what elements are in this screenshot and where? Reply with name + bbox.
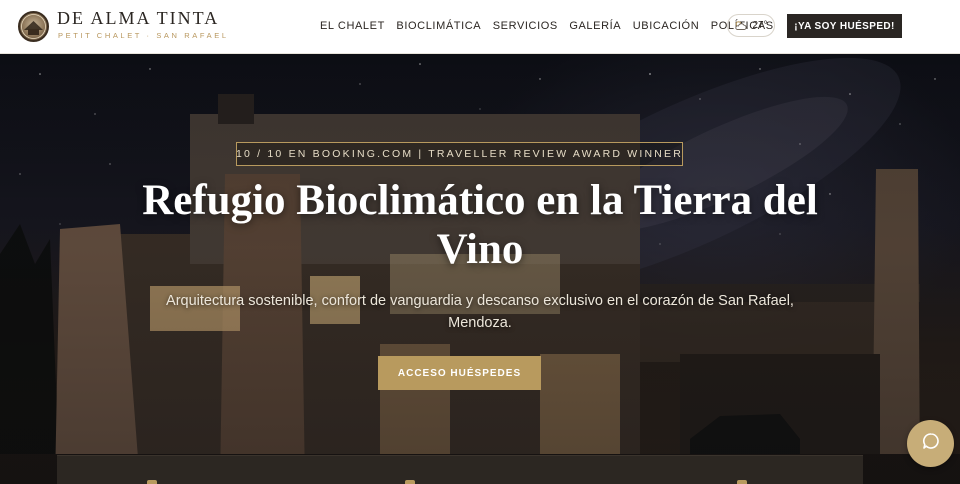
nav-item-galeria[interactable]: GALERÍA	[569, 20, 621, 32]
feature-icon	[147, 480, 157, 484]
feature-icon	[737, 480, 747, 484]
brand-name[interactable]: DE ALMA TINTA	[57, 8, 219, 29]
brand-subtitle: PETIT CHALET · SAN RAFAEL	[58, 31, 229, 40]
guest-login-button[interactable]: ¡YA SOY HUÉSPED!	[787, 14, 902, 38]
hero-subtitle: Arquitectura sostenible, confort de vang…	[166, 293, 794, 331]
hero-title: Refugio Bioclimático en la Tierra del Vi…	[142, 177, 818, 273]
chat-button[interactable]	[907, 420, 954, 467]
guest-access-button[interactable]: ACCESO HUÉSPEDES	[378, 356, 541, 390]
nav-item-bioclimatica[interactable]: BIOCLIMÁTICA	[396, 20, 481, 32]
chat-bubble-icon	[922, 432, 940, 455]
site-header: DE ALMA TINTA PETIT CHALET · SAN RAFAEL …	[0, 0, 960, 54]
main-nav: EL CHALET BIOCLIMÁTICA SERVICIOS GALERÍA…	[320, 20, 785, 32]
chalet-logo-icon[interactable]	[18, 11, 49, 42]
temperature-value: 27°	[752, 20, 768, 31]
nav-item-ubicacion[interactable]: UBICACIÓN	[633, 20, 700, 32]
award-badge: 10 / 10 EN BOOKING.COM | TRAVELLER REVIE…	[236, 142, 683, 166]
nav-item-el-chalet[interactable]: EL CHALET	[320, 20, 385, 32]
hero-section: 10 / 10 EN BOOKING.COM | TRAVELLER REVIE…	[0, 54, 960, 484]
feature-card-strip	[57, 455, 863, 484]
weather-widget: 27°	[727, 14, 775, 37]
nav-item-servicios[interactable]: SERVICIOS	[493, 20, 558, 32]
cloud-sun-icon	[734, 20, 747, 31]
feature-icon	[405, 480, 415, 484]
